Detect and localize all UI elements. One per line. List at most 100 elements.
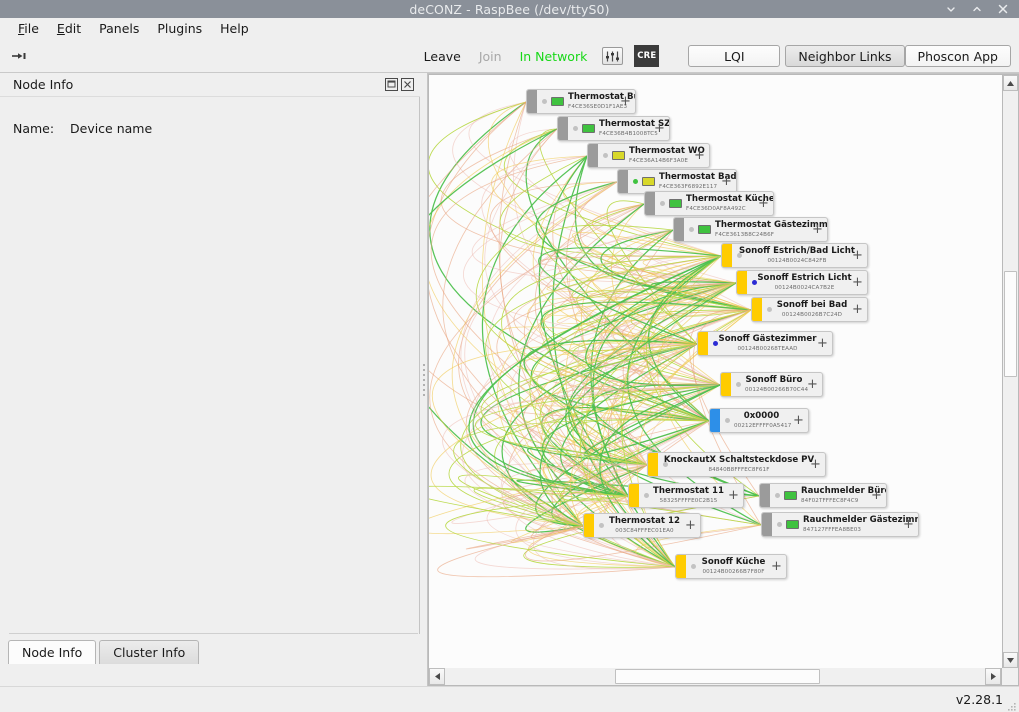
menu-file[interactable]: File [9, 19, 48, 38]
node-type-bar [558, 117, 568, 140]
network-node[interactable]: Thermostat Küche F4CE36D0AF8A492C + [644, 191, 774, 216]
scrollbar-corner [1002, 668, 1019, 686]
node-content: Sonoff Büro 00124B00266B70C44 [731, 373, 809, 396]
node-text-block: Sonoff bei Bad 00124B0026B7C24D [776, 300, 848, 319]
network-node[interactable]: 0x0000 00212EFFFF0A5417 + [709, 408, 809, 433]
network-node[interactable]: Rauchmelder BüroDDF84F02TFFFEC8F4C9+ [759, 483, 887, 508]
network-node[interactable]: Thermostat BüroF4CE36SE0D1F1AE3+ [526, 89, 636, 114]
network-node[interactable]: Thermostat Gästezimmer F4CE3613B8C24B6F + [673, 217, 828, 242]
node-mac-address: F4CE36D0AF8A492C [686, 206, 746, 212]
node-mac-address: 00124B0024CA7B2E [774, 285, 835, 291]
resize-grip-icon[interactable] [1005, 698, 1017, 711]
node-expand-button[interactable]: + [616, 90, 635, 113]
network-node[interactable]: Thermostat 11 58325FFFFE0C2B15 + [628, 483, 744, 508]
vscroll-track[interactable] [1003, 91, 1018, 652]
node-mac-address: F4CE36SE0D1F1AE3 [568, 104, 628, 110]
node-content: Thermostat WO F4CE36A14B6F3A0E [598, 144, 705, 167]
scroll-down-arrow-icon[interactable] [1003, 652, 1018, 668]
chevron-up-icon[interactable] [971, 3, 983, 15]
phoscon-app-button[interactable]: Phoscon App [904, 45, 1011, 67]
menu-edit[interactable]: Edit [48, 19, 90, 38]
network-node[interactable]: Sonoff Gästezimmer 00124B00268TEAAD + [697, 331, 833, 356]
network-node[interactable]: Thermostat 12 003C84FFFEC01EA0 + [583, 513, 701, 538]
node-expand-button[interactable]: + [724, 484, 743, 507]
panel-divider [9, 633, 418, 634]
neighbor-links-button[interactable]: Neighbor Links [785, 45, 905, 67]
node-expand-button[interactable]: + [867, 484, 886, 507]
panel-splitter[interactable] [420, 73, 428, 686]
node-expand-button[interactable]: + [899, 513, 918, 536]
lqi-button[interactable]: LQI [688, 45, 781, 67]
node-expand-button[interactable]: + [789, 409, 808, 432]
join-button[interactable]: Join [470, 49, 511, 64]
node-type-bar [645, 192, 655, 215]
chevron-down-icon[interactable] [945, 3, 957, 15]
node-text-block: Rauchmelder GästezimmerDDF847127FFFEA8BE… [803, 515, 918, 534]
node-type-bar [588, 144, 598, 167]
graph-panel: Thermostat BüroF4CE36SE0D1F1AE3+Thermost… [428, 73, 1019, 686]
node-expand-button[interactable]: + [808, 218, 827, 241]
node-expand-button[interactable]: + [848, 271, 867, 294]
menu-plugins[interactable]: Plugins [148, 19, 211, 38]
node-expand-button[interactable]: + [717, 170, 736, 193]
node-expand-button[interactable]: + [848, 298, 867, 321]
leave-button[interactable]: Leave [415, 49, 470, 64]
network-node[interactable]: Sonoff Küche 00124B00266B7F80F + [675, 554, 787, 579]
node-expand-button[interactable]: + [803, 373, 822, 396]
node-title: Thermostat 12 [609, 516, 680, 526]
node-type-bar [527, 90, 537, 113]
node-info-title: Node Info [13, 77, 74, 92]
network-node[interactable]: Sonoff Estrich Licht 00124B0024CA7B2E + [736, 270, 868, 295]
scroll-right-arrow-icon[interactable] [985, 668, 1001, 685]
graph-horizontal-scrollbar[interactable] [428, 668, 1002, 686]
network-node[interactable]: KnockautX Schaltsteckdose PV 84840B8FFFEC… [647, 452, 826, 477]
node-type-bar [618, 170, 628, 193]
close-panel-icon[interactable] [401, 78, 414, 91]
menu-help[interactable]: Help [211, 19, 258, 38]
node-status-dot-icon [725, 418, 730, 423]
node-expand-button[interactable]: + [806, 453, 825, 476]
tab-cluster-info[interactable]: Cluster Info [99, 640, 200, 664]
version-label: v2.28.1 [955, 692, 1003, 707]
node-text-block: Sonoff Estrich Licht 00124B0024CA7B2E [757, 273, 851, 292]
network-node[interactable]: Sonoff Büro 00124B00266B70C44 + [720, 372, 823, 397]
node-type-bar [710, 409, 720, 432]
float-window-icon[interactable] [385, 78, 398, 91]
scroll-left-arrow-icon[interactable] [429, 668, 445, 685]
network-node[interactable]: Thermostat WO F4CE36A14B6F3A0E + [587, 143, 710, 168]
splitter-grip-icon [423, 363, 425, 396]
network-node[interactable]: Sonoff bei Bad 00124B0026B7C24D + [751, 297, 868, 322]
node-text-block: Sonoff Büro 00124B00266B70C44 [745, 375, 809, 394]
hscroll-thumb[interactable] [615, 669, 821, 684]
cre-button[interactable]: CRE [634, 45, 660, 67]
node-status-dot-icon [767, 307, 772, 312]
hscroll-track[interactable] [445, 668, 985, 685]
node-text-block: Thermostat 12 003C84FFFEC01EA0 [608, 516, 681, 535]
window-title-bar: deCONZ - RaspBee (/dev/ttyS0) [0, 0, 1019, 18]
node-expand-button[interactable]: + [767, 555, 786, 578]
node-title: KnockautX Schaltsteckdose PV [663, 455, 815, 465]
close-icon[interactable] [997, 3, 1009, 15]
node-expand-button[interactable]: + [650, 117, 669, 140]
node-expand-button[interactable]: + [690, 144, 709, 167]
graph-area: Thermostat BüroF4CE36SE0D1F1AE3+Thermost… [428, 73, 1019, 668]
scroll-up-arrow-icon[interactable] [1003, 75, 1018, 91]
node-mac-address: 84840B8FFFEC8F61F [708, 467, 770, 473]
network-node[interactable]: Thermostat SZ F4CE36B4B1008TC5 + [557, 116, 670, 141]
node-expand-button[interactable]: + [754, 192, 773, 215]
node-text-block: Thermostat SZ F4CE36B4B1008TC5 [599, 119, 669, 138]
network-node[interactable]: Rauchmelder GästezimmerDDF847127FFFEA8BE… [761, 512, 919, 537]
status-bar: v2.28.1 [0, 686, 1019, 712]
network-topology-canvas[interactable]: Thermostat BüroF4CE36SE0D1F1AE3+Thermost… [428, 74, 1002, 668]
vscroll-thumb[interactable] [1004, 270, 1017, 378]
node-content: 0x0000 00212EFFFF0A5417 [720, 409, 791, 432]
tab-node-info[interactable]: Node Info [8, 640, 97, 664]
node-expand-button[interactable]: + [813, 332, 832, 355]
node-mac-address: 00124B00266B70C44 [745, 387, 809, 393]
node-expand-button[interactable]: + [681, 514, 700, 537]
network-node[interactable]: Sonoff Estrich/Bad Licht 00124B0024C842FB… [721, 243, 868, 268]
graph-vertical-scrollbar[interactable] [1002, 74, 1019, 668]
menu-panels[interactable]: Panels [90, 19, 148, 38]
node-expand-button[interactable]: + [848, 244, 867, 267]
sliders-icon[interactable] [602, 47, 624, 65]
